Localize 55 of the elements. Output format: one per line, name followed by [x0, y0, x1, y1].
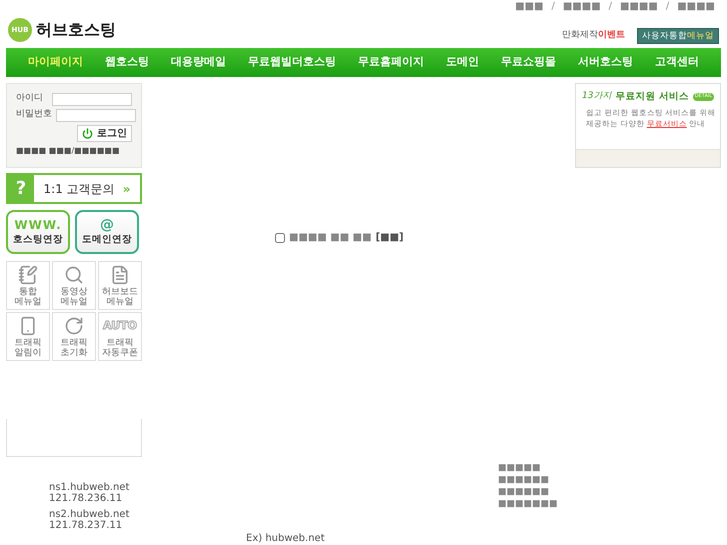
tool-button[interactable]: 통합 메뉴얼: [6, 261, 50, 310]
placeholder-text: ■■■■■: [498, 462, 542, 474]
auto-label: AUTO: [103, 318, 137, 334]
nameserver-ip: 121.78.237.11: [49, 520, 124, 531]
placeholder-text: ■■■■■■■: [498, 498, 558, 510]
nameserver-host: ns1.hubweb.net: [49, 482, 130, 493]
top-link[interactable]: ■■■■: [562, 1, 601, 12]
inquiry-banner[interactable]: ? 1:1 고객문의 »: [6, 173, 142, 204]
search-icon: [64, 264, 84, 284]
login-button[interactable]: 로그인: [77, 125, 132, 142]
tool-button[interactable]: 트래픽 초기화: [52, 312, 96, 361]
tool-button[interactable]: 동영상 메뉴얼: [52, 261, 96, 310]
password-field[interactable]: [56, 108, 136, 122]
password-label: 비밀번호: [16, 108, 52, 122]
separator: /: [71, 145, 74, 157]
notebook-icon: [18, 264, 38, 284]
document-icon: [110, 264, 130, 284]
logo-text: 허브호스팅: [36, 19, 116, 41]
service-count: 13가지: [582, 90, 612, 104]
close-link[interactable]: [■■]: [376, 230, 404, 245]
notice-checkbox[interactable]: [275, 232, 285, 242]
nav-tab[interactable]: 고객센터: [655, 54, 699, 71]
power-icon: [82, 128, 93, 139]
top-link[interactable]: ■■■: [515, 1, 544, 12]
manual-button[interactable]: 사용자통합메뉴얼: [637, 28, 719, 44]
nameserver-host: ns2.hubweb.net: [49, 509, 130, 520]
tool-button[interactable]: 허브보드 메뉴얼: [98, 261, 142, 310]
nav-tab[interactable]: 무료쇼핑몰: [501, 54, 556, 71]
top-link[interactable]: ■■■■: [677, 1, 715, 12]
refresh-icon: [64, 316, 84, 336]
separator: /: [608, 1, 612, 12]
renewal-button[interactable]: WWW. 호스팅연장: [6, 210, 70, 254]
nav-tab[interactable]: 대용량메일: [171, 54, 226, 71]
id-field[interactable]: [52, 92, 132, 106]
placeholder-text: ■■■■■■: [498, 486, 550, 498]
placeholder-text: ■■■■■■: [498, 474, 550, 486]
login-help-link[interactable]: ■■■■■■: [74, 145, 120, 157]
example-text: Ex) hubweb.net: [246, 533, 325, 544]
nav-tab[interactable]: 무료웹빌더호스팅: [248, 54, 336, 71]
event-link[interactable]: 만화제작이벤트: [562, 29, 625, 43]
tool-button[interactable]: AUTO 트래픽 자동쿠폰: [98, 312, 142, 361]
separator: /: [551, 1, 555, 12]
nameserver-ip: 121.78.236.11: [49, 493, 124, 504]
banner-title: 무료지원 서비스: [615, 90, 689, 104]
top-link[interactable]: ■■■■: [620, 1, 658, 12]
nav-tab[interactable]: 도메인: [446, 54, 479, 71]
login-help-link[interactable]: ■■■■ ■■■: [16, 145, 72, 157]
nav-tab[interactable]: 무료홈페이지: [358, 54, 424, 71]
separator: /: [666, 1, 670, 12]
id-label: 아이디: [16, 92, 44, 106]
renewal-button[interactable]: @ 도메인연장: [75, 210, 139, 254]
nav-tab[interactable]: 서버호스팅: [578, 54, 633, 71]
nav-tab[interactable]: 웹호스팅: [105, 54, 149, 71]
notice-text: ■■■■ ■■ ■■: [289, 231, 372, 245]
tool-button[interactable]: 트래픽 알림이: [6, 312, 50, 361]
